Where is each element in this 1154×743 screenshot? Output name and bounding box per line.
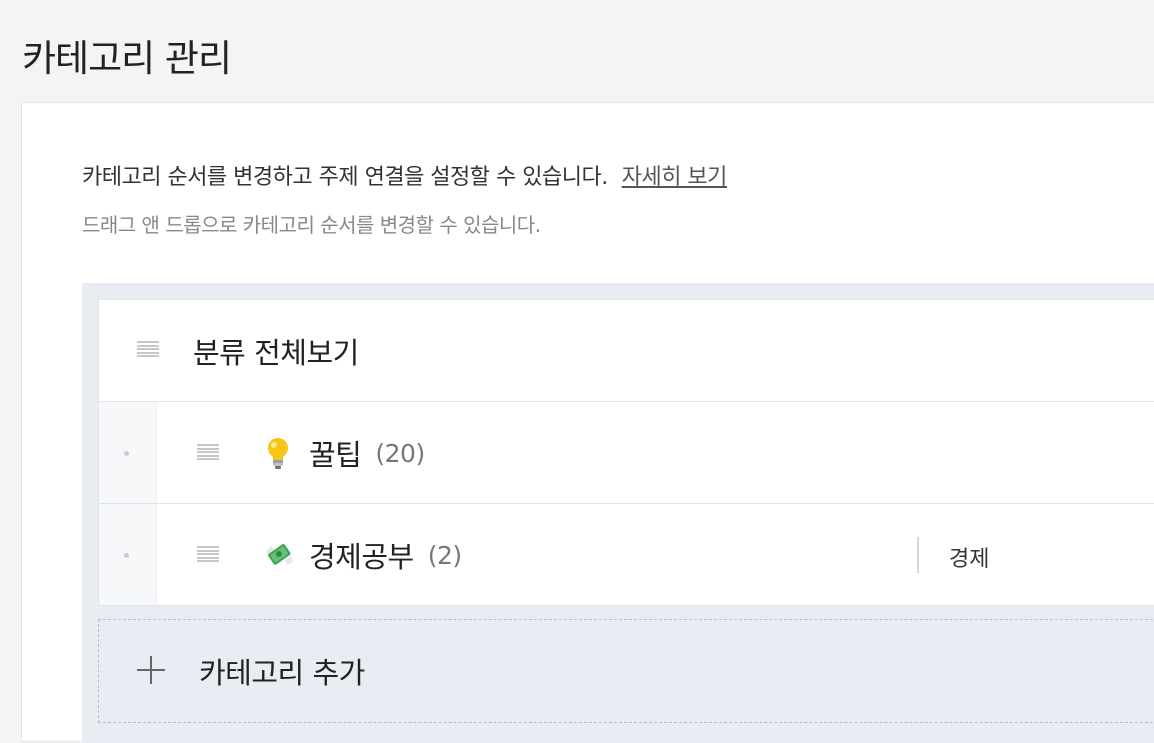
row-gutter: [99, 504, 157, 605]
add-category-button[interactable]: 카테고리 추가: [98, 619, 1154, 723]
category-row-all[interactable]: 분류 전체보기: [98, 299, 1154, 402]
post-count: (2): [427, 540, 462, 570]
category-label: 분류 전체보기: [193, 336, 359, 370]
lightbulb-icon: [263, 436, 293, 470]
plus-icon: [137, 656, 165, 684]
category-list: 분류 전체보기 꿀팁 (20) 경제공부 (2) 경제 카테고리 추가: [82, 283, 1154, 743]
add-category-label: 카테고리 추가: [199, 656, 365, 690]
category-panel: 카테고리 순서를 변경하고 주제 연결을 설정할 수 있습니다. 자세히 보기 드…: [21, 102, 1154, 743]
description-text: 카테고리 순서를 변경하고 주제 연결을 설정할 수 있습니다.: [82, 165, 608, 190]
drag-handle-icon[interactable]: [197, 546, 219, 562]
category-row[interactable]: 꿀팁 (20): [98, 401, 1154, 504]
row-gutter: [99, 402, 157, 503]
topic-select[interactable]: 경제: [949, 541, 989, 573]
category-label-group: 꿀팁 (20): [263, 432, 425, 474]
description: 카테고리 순서를 변경하고 주제 연결을 설정할 수 있습니다. 자세히 보기: [82, 159, 727, 191]
details-link[interactable]: 자세히 보기: [622, 165, 728, 190]
category-name: 꿀팁: [309, 438, 362, 472]
money-with-wings-icon: [263, 538, 293, 572]
category-label-group: 경제공부 (2): [263, 534, 462, 576]
category-name: 경제공부: [309, 540, 414, 574]
page-title: 카테고리 관리: [22, 37, 232, 80]
category-row[interactable]: 경제공부 (2) 경제: [98, 503, 1154, 606]
post-count: (20): [375, 438, 425, 468]
dot-icon: [124, 553, 129, 558]
drag-handle-icon[interactable]: [197, 444, 219, 460]
drag-handle-icon[interactable]: [137, 341, 159, 357]
drag-hint: 드래그 앤 드롭으로 카테고리 순서를 변경할 수 있습니다.: [82, 213, 541, 237]
dot-icon: [124, 451, 129, 456]
topic-divider: [917, 537, 919, 573]
